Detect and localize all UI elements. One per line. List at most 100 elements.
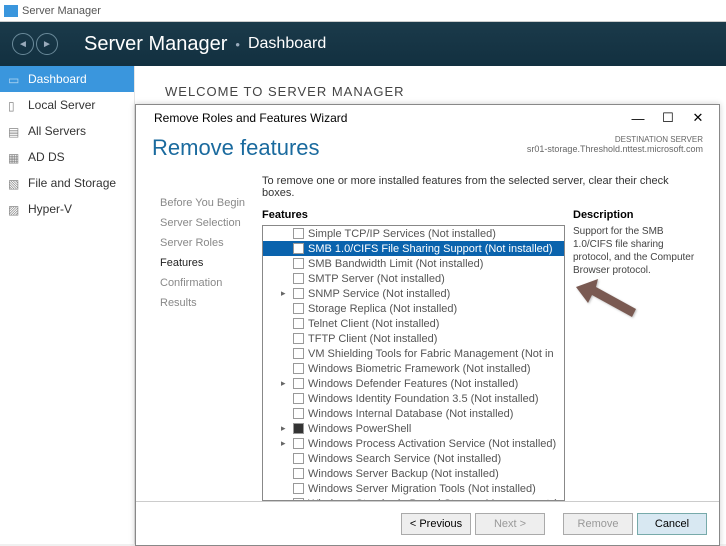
app-icon [4, 5, 18, 17]
feature-checkbox[interactable] [293, 438, 304, 449]
feature-item[interactable]: ▸Windows Defender Features (Not installe… [263, 376, 564, 391]
feature-checkbox[interactable] [293, 273, 304, 284]
feature-checkbox[interactable] [293, 363, 304, 374]
wizard-step[interactable]: Results [152, 293, 262, 313]
feature-checkbox[interactable] [293, 498, 304, 501]
feature-checkbox[interactable] [293, 288, 304, 299]
nav-back-button[interactable]: ◄ [12, 33, 34, 55]
remove-features-dialog: Remove Roles and Features Wizard ― ☐ ✕ R… [135, 104, 720, 546]
feature-checkbox[interactable] [293, 318, 304, 329]
feature-label: Simple TCP/IP Services (Not installed) [308, 228, 496, 240]
cancel-button[interactable]: Cancel [637, 513, 707, 535]
feature-item[interactable]: SMB 1.0/CIFS File Sharing Support (Not i… [263, 241, 564, 256]
sidebar-item-label: Local Server [28, 98, 95, 112]
dialog-titlebar: Remove Roles and Features Wizard ― ☐ ✕ [136, 105, 719, 131]
sidebar-icon: ▦ [8, 151, 22, 163]
header-app: Server Manager [84, 33, 227, 56]
feature-item[interactable]: Telnet Client (Not installed) [263, 316, 564, 331]
previous-button[interactable]: < Previous [401, 513, 471, 535]
dialog-title: Remove Roles and Features Wizard [154, 111, 347, 125]
feature-description: Support for the SMB 1.0/CIFS file sharin… [573, 225, 703, 501]
sidebar-item-label: Dashboard [28, 72, 87, 86]
feature-label: Windows Identity Foundation 3.5 (Not ins… [308, 393, 539, 405]
feature-checkbox[interactable] [293, 378, 304, 389]
nav-forward-button[interactable]: ► [36, 33, 58, 55]
sidebar-icon: ▭ [8, 73, 22, 85]
feature-item[interactable]: Windows Identity Foundation 3.5 (Not ins… [263, 391, 564, 406]
dialog-footer: < Previous Next > Remove Cancel [136, 501, 719, 545]
expand-icon[interactable]: ▸ [281, 288, 291, 299]
feature-checkbox[interactable] [293, 348, 304, 359]
feature-label: Windows Standards-Based Storage Manageme… [308, 498, 556, 502]
feature-checkbox[interactable] [293, 228, 304, 239]
feature-item[interactable]: ▸ Windows Process Activation Service (Not… [263, 436, 564, 451]
feature-item[interactable]: SMTP Server (Not installed) [263, 271, 564, 286]
feature-label: Windows Biometric Framework (Not install… [308, 363, 531, 375]
sidebar-item-all-servers[interactable]: ▤All Servers [0, 118, 134, 144]
feature-checkbox[interactable] [293, 393, 304, 404]
feature-checkbox[interactable] [293, 453, 304, 464]
sidebar-item-dashboard[interactable]: ▭ Dashboard [0, 66, 134, 92]
feature-checkbox[interactable] [293, 483, 304, 494]
feature-item[interactable]: TFTP Client (Not installed) [263, 331, 564, 346]
wizard-step[interactable]: Before You Begin [152, 193, 262, 213]
feature-label: Windows Server Backup (Not installed) [308, 468, 499, 480]
feature-item[interactable]: Simple TCP/IP Services (Not installed) [263, 226, 564, 241]
feature-checkbox[interactable] [293, 243, 304, 254]
feature-label: Storage Replica (Not installed) [308, 303, 457, 315]
feature-item[interactable]: Storage Replica (Not installed) [263, 301, 564, 316]
feature-item[interactable]: Windows Server Migration Tools (Not inst… [263, 481, 564, 496]
app-titlebar: Server Manager [0, 0, 726, 22]
sidebar-item-label: AD DS [28, 150, 65, 164]
feature-label: SNMP Service (Not installed) [308, 288, 450, 300]
feature-checkbox[interactable] [293, 333, 304, 344]
next-button[interactable]: Next > [475, 513, 545, 535]
feature-checkbox[interactable] [293, 303, 304, 314]
feature-item[interactable]: Windows Search Service (Not installed) [263, 451, 564, 466]
maximize-button[interactable]: ☐ [653, 110, 683, 126]
sidebar-item-ad-ds[interactable]: ▦ AD DS [0, 144, 134, 170]
destination-label: DESTINATION SERVER [527, 135, 703, 144]
feature-item[interactable]: ▸Windows PowerShell [263, 421, 564, 436]
minimize-button[interactable]: ― [623, 111, 653, 126]
wizard-step[interactable]: Server Selection [152, 213, 262, 233]
wizard-step[interactable]: Server Roles [152, 233, 262, 253]
feature-item[interactable]: VM Shielding Tools for Fabric Management… [263, 346, 564, 361]
sidebar-item-label: File and Storage [28, 176, 116, 190]
feature-item[interactable]: SMB Bandwidth Limit (Not installed) [263, 256, 564, 271]
feature-label: Telnet Client (Not installed) [308, 318, 439, 330]
feature-checkbox[interactable] [293, 258, 304, 269]
feature-label: Windows Process Activation Service (Not … [308, 438, 556, 450]
remove-button[interactable]: Remove [563, 513, 633, 535]
close-button[interactable]: ✕ [683, 110, 713, 126]
feature-label: Windows Search Service (Not installed) [308, 453, 501, 465]
wizard-step[interactable]: Confirmation [152, 273, 262, 293]
feature-label: VM Shielding Tools for Fabric Management… [308, 348, 554, 360]
feature-label: SMB 1.0/CIFS File Sharing Support (Not i… [308, 243, 553, 255]
features-tree[interactable]: Simple TCP/IP Services (Not installed) SM… [262, 225, 565, 501]
dialog-heading: Remove features [152, 135, 320, 161]
sidebar-icon: ▤ [8, 125, 22, 137]
feature-item[interactable]: Windows Biometric Framework (Not install… [263, 361, 564, 376]
dialog-instruction: To remove one or more installed features… [262, 169, 703, 209]
sidebar-icon: ▧ [8, 177, 22, 189]
feature-item[interactable]: Windows Server Backup (Not installed) [263, 466, 564, 481]
wizard-steps: Before You BeginServer SelectionServer R… [152, 169, 262, 501]
feature-checkbox[interactable] [293, 468, 304, 479]
feature-checkbox[interactable] [293, 423, 304, 434]
feature-label: Windows Internal Database (Not installed… [308, 408, 513, 420]
app-title: Server Manager [22, 5, 101, 17]
feature-checkbox[interactable] [293, 408, 304, 419]
feature-label: SMB Bandwidth Limit (Not installed) [308, 258, 483, 270]
expand-icon[interactable]: ▸ [281, 378, 291, 389]
sidebar-item-local-server[interactable]: ▯Local Server [0, 92, 134, 118]
sidebar-item-file-and-storage[interactable]: ▧ File and Storage [0, 170, 134, 196]
wizard-step[interactable]: Features [152, 253, 262, 273]
expand-icon[interactable]: ▸ [281, 438, 291, 449]
feature-item[interactable]: ▸ SNMP Service (Not installed) [263, 286, 564, 301]
feature-item[interactable]: Windows Internal Database (Not installed… [263, 406, 564, 421]
feature-item[interactable]: Windows Standards-Based Storage Manageme… [263, 496, 564, 501]
expand-icon[interactable]: ▸ [281, 423, 291, 434]
sidebar-item-hyper-v[interactable]: ▨Hyper-V [0, 196, 134, 222]
breadcrumb-separator: • [235, 37, 240, 52]
